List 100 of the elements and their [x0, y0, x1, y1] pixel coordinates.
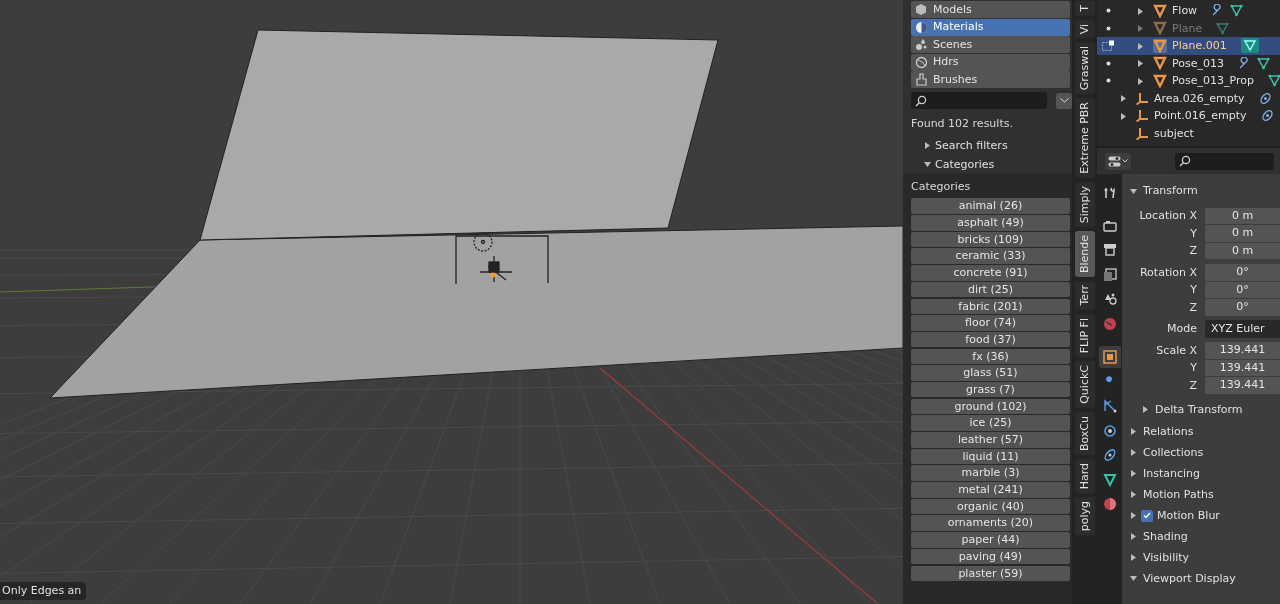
- sidebar-tab[interactable]: Extreme PBR: [1074, 98, 1095, 178]
- category-button[interactable]: organic (40): [911, 498, 1070, 515]
- number-field[interactable]: 0 m: [1205, 207, 1280, 224]
- editor-type-button[interactable]: [1105, 152, 1131, 170]
- sidebar-tab[interactable]: BoxCu: [1074, 411, 1095, 456]
- sidebar-tab[interactable]: Graswal: [1074, 42, 1095, 95]
- visibility-dot-icon[interactable]: [1105, 8, 1111, 14]
- number-field[interactable]: 139.441: [1205, 359, 1280, 376]
- panel-header[interactable]: Instancing: [1122, 463, 1280, 484]
- triangle-icon[interactable]: [1240, 38, 1259, 54]
- panel-header[interactable]: Collections: [1122, 442, 1280, 463]
- category-button[interactable]: fx (36): [911, 348, 1070, 365]
- mode-dropdown[interactable]: XYZ Euler: [1205, 319, 1280, 338]
- number-field[interactable]: 0 m: [1205, 225, 1280, 242]
- category-button[interactable]: dirt (25): [911, 281, 1070, 298]
- sidebar-tab[interactable]: QuickC: [1074, 361, 1095, 408]
- link-icon[interactable]: [1258, 91, 1272, 105]
- expand-arrow-icon[interactable]: [1120, 112, 1127, 120]
- category-button[interactable]: liquid (11): [911, 448, 1070, 465]
- collapse-arrow-icon[interactable]: [924, 161, 931, 169]
- sidebar-tab[interactable]: Blende: [1074, 231, 1095, 278]
- sidebar-tab[interactable]: Terr: [1074, 281, 1095, 310]
- category-button[interactable]: bricks (109): [911, 231, 1070, 248]
- link-icon[interactable]: [1260, 109, 1274, 123]
- category-button[interactable]: ground (102): [911, 398, 1070, 415]
- dropdown-button[interactable]: [1056, 92, 1072, 109]
- library-item[interactable]: Hdrs: [911, 53, 1070, 71]
- expand-arrow-icon[interactable]: [1142, 406, 1149, 413]
- panel-header[interactable]: Relations: [1122, 421, 1280, 442]
- triangle-icon[interactable]: [1216, 21, 1230, 35]
- expand-arrow-icon[interactable]: [1130, 533, 1137, 540]
- sidebar-tab[interactable]: FLIP Fl: [1074, 313, 1095, 358]
- expand-arrow-icon[interactable]: [1137, 60, 1144, 68]
- category-button[interactable]: plaster (59): [911, 565, 1070, 581]
- search-field[interactable]: [911, 92, 1047, 109]
- category-button[interactable]: paper (44): [911, 532, 1070, 548]
- outliner-item[interactable]: Plane: [1172, 21, 1203, 35]
- library-item[interactable]: Materials: [911, 18, 1070, 36]
- category-button[interactable]: concrete (91): [911, 265, 1070, 281]
- category-button[interactable]: leather (57): [911, 432, 1070, 448]
- category-button[interactable]: asphalt (49): [911, 215, 1070, 231]
- sidebar-tab[interactable]: polyg: [1074, 497, 1095, 536]
- visibility-dot-icon[interactable]: [1105, 78, 1111, 84]
- category-button[interactable]: floor (74): [911, 315, 1070, 331]
- collapse-arrow-icon[interactable]: [1130, 575, 1137, 582]
- category-button[interactable]: paving (49): [911, 548, 1070, 565]
- sidebar-tab[interactable]: Vi: [1074, 19, 1095, 39]
- number-field[interactable]: 0 m: [1205, 242, 1280, 259]
- category-button[interactable]: glass (51): [911, 365, 1070, 381]
- panel-header[interactable]: Visibility: [1122, 547, 1280, 568]
- expand-arrow-icon[interactable]: [1130, 491, 1137, 498]
- category-button[interactable]: animal (26): [911, 198, 1070, 214]
- number-field[interactable]: 139.441: [1205, 342, 1280, 359]
- library-item[interactable]: Brushes: [911, 71, 1070, 88]
- panel-header[interactable]: Motion Blur: [1122, 505, 1280, 526]
- panel-header[interactable]: Delta Transform: [1122, 399, 1280, 420]
- panel-header[interactable]: Shading: [1122, 526, 1280, 547]
- sidebar-tab[interactable]: T: [1074, 1, 1095, 16]
- category-button[interactable]: metal (241): [911, 482, 1070, 498]
- outliner-item[interactable]: Pose_013_Prop: [1172, 74, 1254, 88]
- category-button[interactable]: fabric (201): [911, 298, 1070, 314]
- section-header[interactable]: Categories: [911, 155, 1070, 175]
- expand-arrow-icon[interactable]: [1137, 42, 1144, 50]
- number-field[interactable]: 0°: [1205, 281, 1280, 298]
- expand-arrow-icon[interactable]: [1137, 77, 1144, 85]
- section-header[interactable]: Search filters: [911, 136, 1070, 156]
- category-button[interactable]: ornaments (20): [911, 515, 1070, 531]
- expand-arrow-icon[interactable]: [1120, 95, 1127, 103]
- properties-tab[interactable]: [1098, 346, 1121, 368]
- number-field[interactable]: 0°: [1205, 264, 1280, 281]
- outliner-item[interactable]: Pose_013: [1172, 56, 1224, 70]
- triangle-icon[interactable]: [1267, 74, 1280, 88]
- category-button[interactable]: grass (7): [911, 381, 1070, 398]
- category-button[interactable]: ice (25): [911, 415, 1070, 431]
- category-button[interactable]: marble (3): [911, 465, 1070, 481]
- expand-arrow-icon[interactable]: [1130, 428, 1137, 435]
- expand-arrow-icon[interactable]: [1130, 512, 1137, 519]
- category-button[interactable]: ceramic (33): [911, 248, 1070, 264]
- sidebar-tab[interactable]: Simply: [1074, 182, 1095, 228]
- category-button[interactable]: food (37): [911, 331, 1070, 348]
- number-field[interactable]: 139.441: [1205, 377, 1280, 394]
- expand-arrow-icon[interactable]: [1130, 449, 1137, 456]
- library-item[interactable]: Scenes: [911, 36, 1070, 53]
- panel-header[interactable]: Motion Paths: [1122, 484, 1280, 505]
- expand-arrow-icon[interactable]: [1137, 7, 1144, 15]
- library-item[interactable]: Models: [911, 1, 1070, 18]
- outliner-item[interactable]: Point.016_empty: [1154, 109, 1247, 123]
- search-field[interactable]: [1175, 152, 1274, 170]
- panel-header[interactable]: Transform: [1122, 181, 1280, 201]
- expand-arrow-icon[interactable]: [1130, 554, 1137, 561]
- triangle-icon[interactable]: [1256, 56, 1270, 70]
- collapse-arrow-icon[interactable]: [1130, 187, 1137, 195]
- outliner-item[interactable]: subject: [1154, 126, 1194, 140]
- expand-arrow-icon[interactable]: [1137, 25, 1144, 33]
- checkbox[interactable]: [1141, 509, 1153, 522]
- expand-arrow-icon[interactable]: [1130, 470, 1137, 477]
- outliner-item[interactable]: Flow: [1172, 4, 1198, 18]
- outliner-item[interactable]: Area.026_empty: [1154, 91, 1245, 105]
- sidebar-tab[interactable]: Hard: [1074, 459, 1095, 494]
- expand-arrow-icon[interactable]: [924, 142, 931, 150]
